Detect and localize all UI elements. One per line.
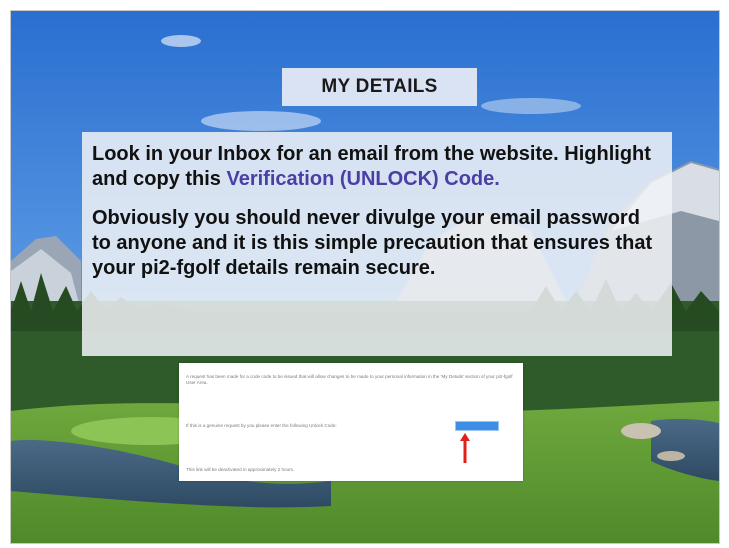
email-expiry-text: This link will be deactivated in approxi… [186, 467, 295, 472]
title-box: MY DETAILS [282, 68, 477, 106]
instruction-panel: Look in your Inbox for an email from the… [82, 132, 672, 356]
unlock-code-selection[interactable] [455, 421, 499, 431]
email-screenshot: A request has been made for a code code … [179, 363, 523, 481]
email-request-text: A request has been made for a code code … [186, 374, 513, 385]
verification-code-highlight: Verification (UNLOCK) Code. [226, 168, 500, 190]
instruction-paragraph-2: Obviously you should never divulge your … [92, 207, 653, 279]
red-arrow-icon [460, 433, 470, 463]
page-title: MY DETAILS [321, 76, 438, 97]
instruction-paragraph-1: Look in your Inbox for an email from the… [92, 142, 662, 192]
slide: MY DETAILS Look in your Inbox for an ema… [10, 10, 720, 544]
email-instruction-text: If this is a genuine request by you plea… [186, 423, 337, 428]
